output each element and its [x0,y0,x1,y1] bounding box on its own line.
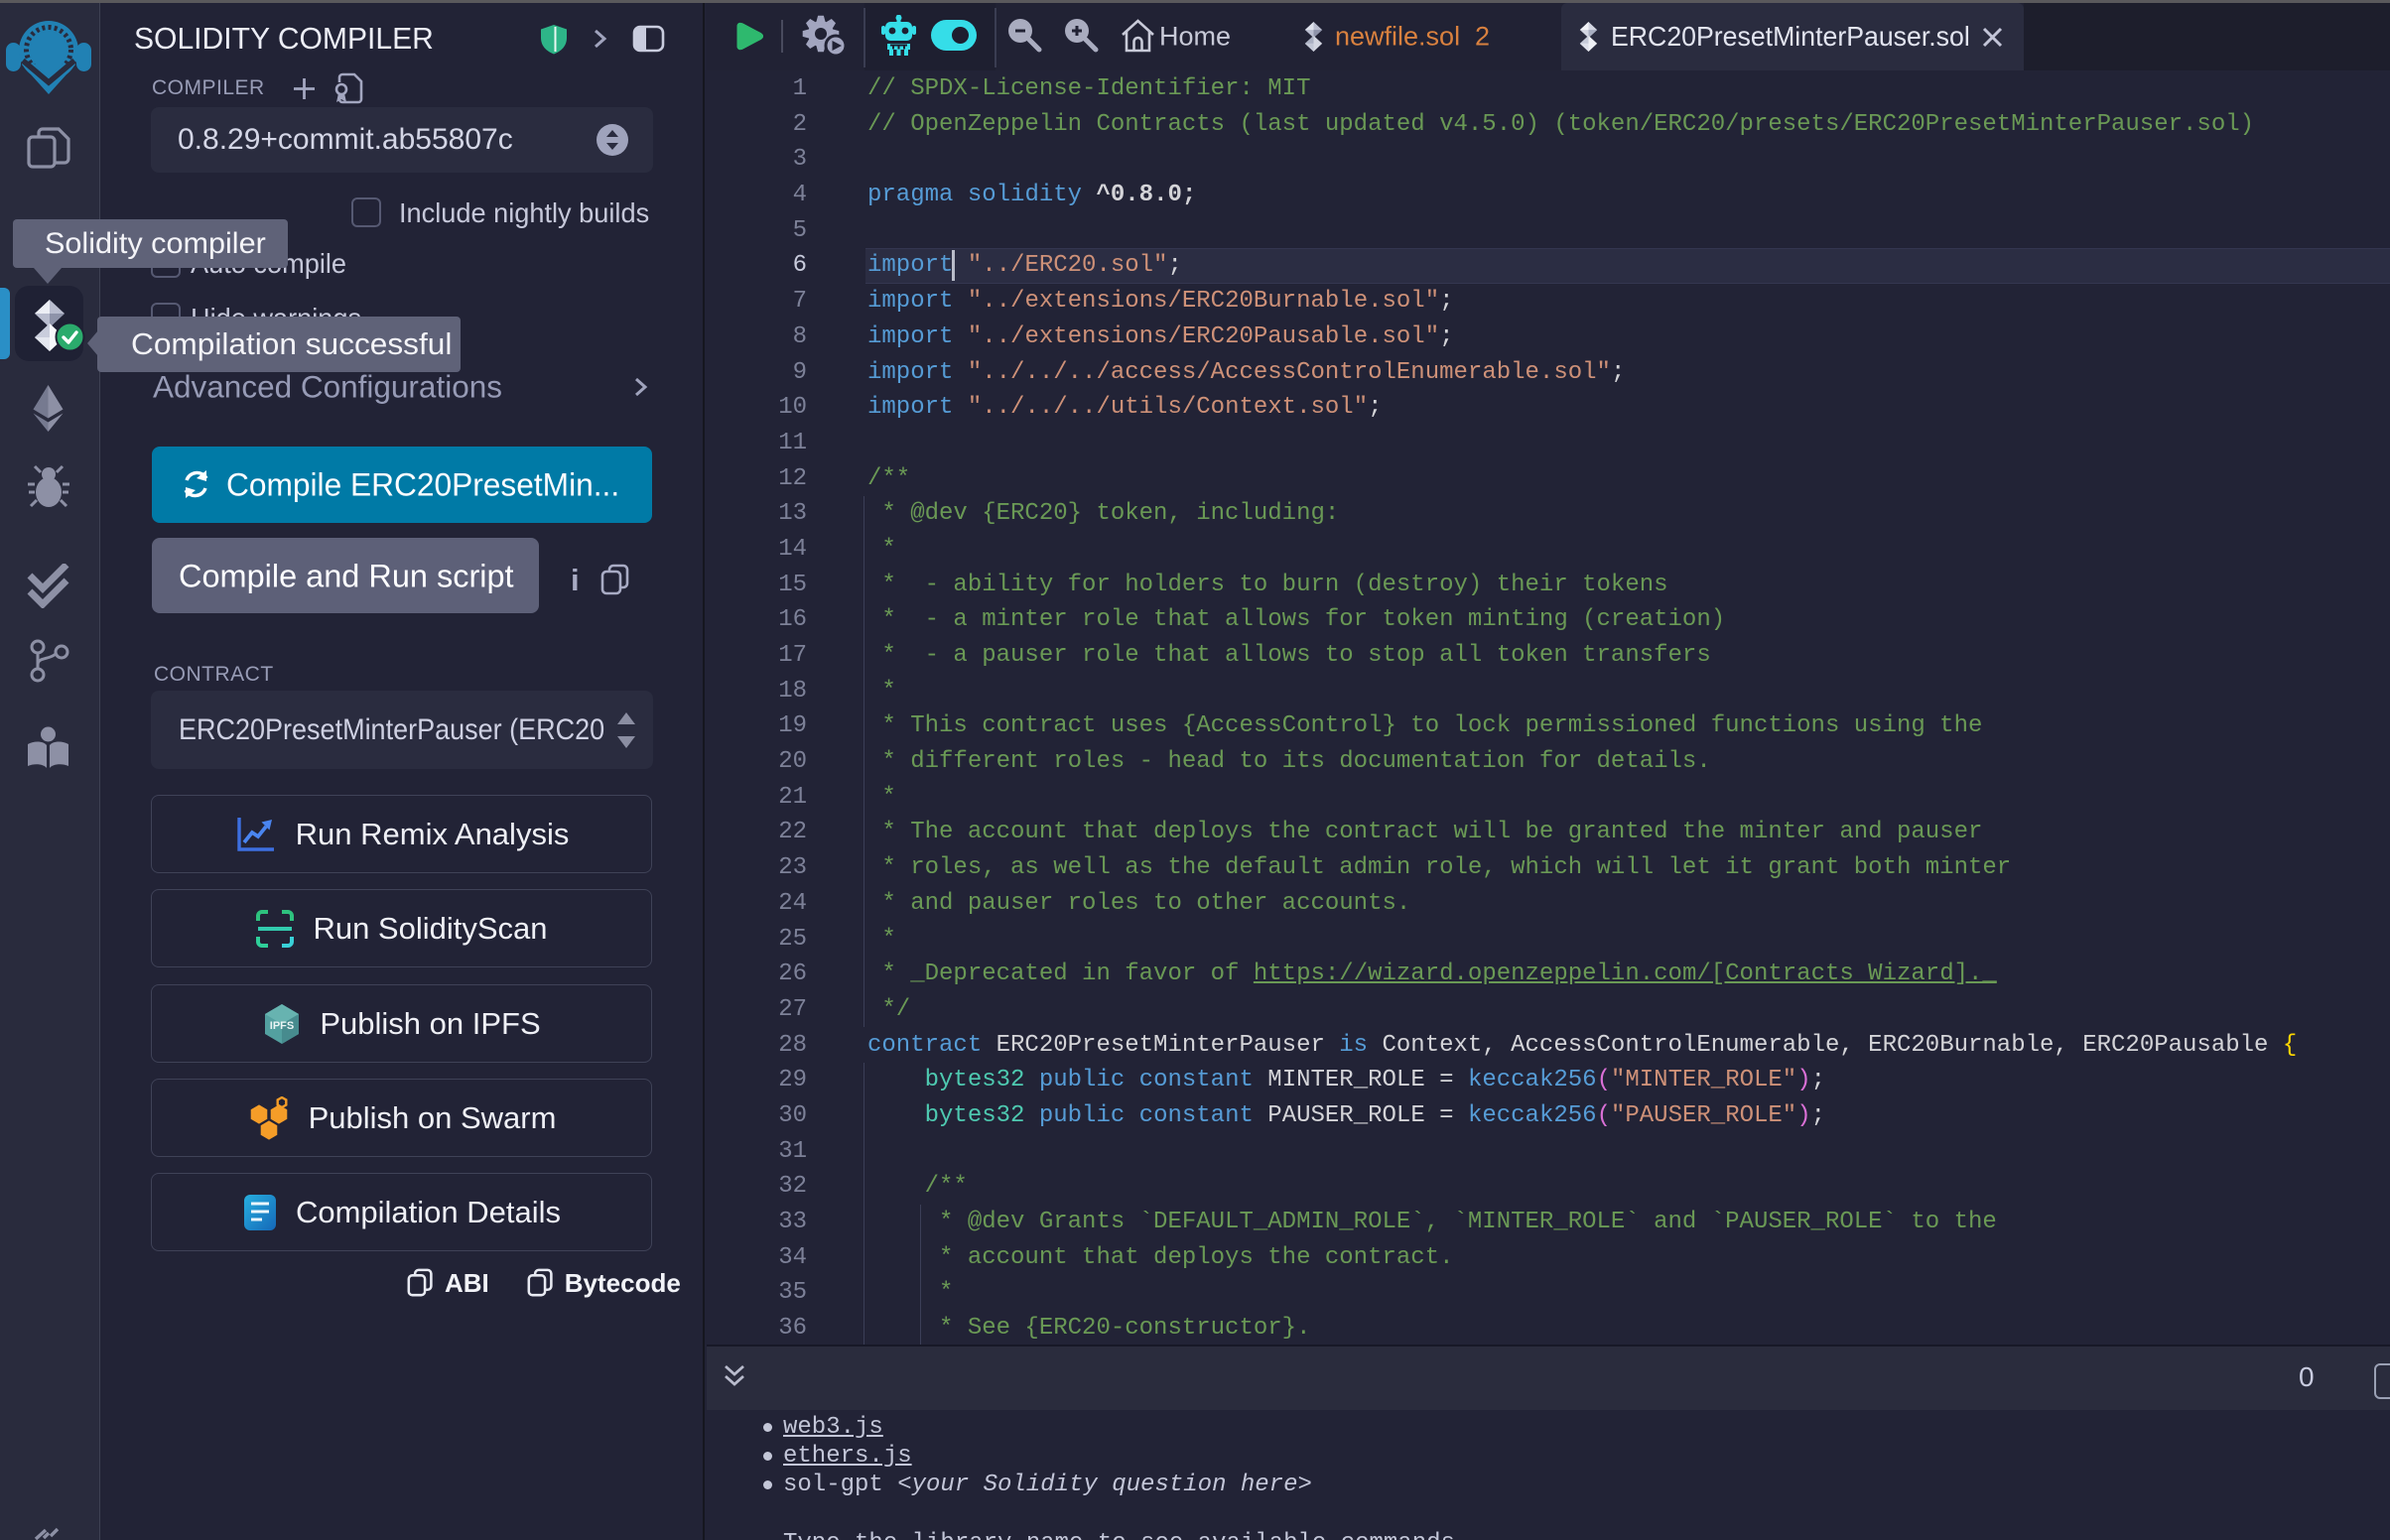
svg-text:IPFS: IPFS [270,1020,294,1032]
